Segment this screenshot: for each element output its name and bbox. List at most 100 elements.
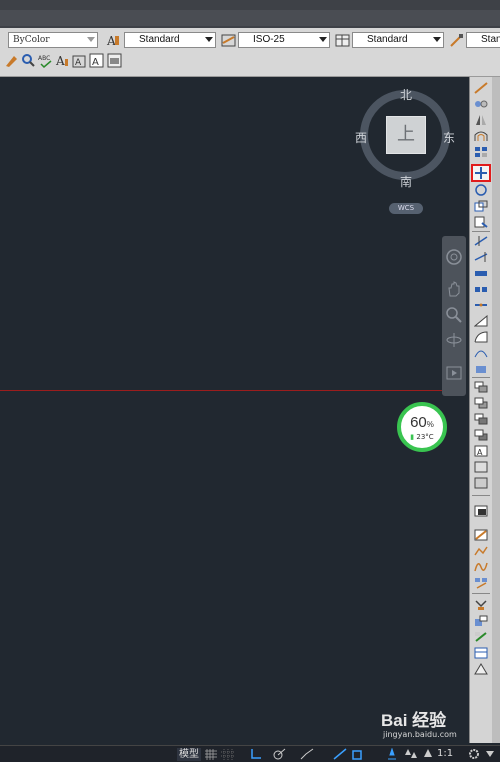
grid-icon[interactable] xyxy=(205,749,217,760)
compass-north[interactable]: 北 xyxy=(400,86,412,103)
watermark-url: jingyan.baidu.com xyxy=(383,730,457,739)
hatch-to-back-icon[interactable] xyxy=(474,505,488,517)
convert-distance-icon[interactable] xyxy=(107,53,122,68)
object-snap-tracking-icon[interactable] xyxy=(333,748,347,760)
dim-style-icon[interactable] xyxy=(221,33,236,48)
right-toolbar-scroll[interactable] xyxy=(492,77,500,743)
chamfer-icon[interactable] xyxy=(474,315,488,327)
erase-icon[interactable] xyxy=(474,82,488,94)
trim-icon[interactable] xyxy=(474,235,488,247)
steering-wheel-icon[interactable] xyxy=(445,248,463,266)
annotation-visibility-icon[interactable] xyxy=(385,748,399,760)
leaders-to-front-icon[interactable] xyxy=(474,477,488,489)
edit-spline-icon[interactable] xyxy=(474,561,488,573)
compass-west[interactable]: 西 xyxy=(355,129,367,146)
find-text-icon[interactable] xyxy=(21,53,36,68)
mirror-icon[interactable] xyxy=(474,114,488,126)
explode-icon[interactable] xyxy=(474,363,488,375)
annotation-scale-value[interactable]: 1:1 xyxy=(437,748,453,759)
extend-icon[interactable] xyxy=(474,251,488,263)
model-tab[interactable]: 模型 xyxy=(177,748,201,761)
navigation-bar xyxy=(442,236,466,396)
gauge-percent-value: 60 xyxy=(410,414,427,431)
multileader-style-combo[interactable]: Stan xyxy=(466,32,500,48)
zoom-icon[interactable] xyxy=(445,306,463,324)
isodraft-icon[interactable] xyxy=(300,748,314,760)
join-icon[interactable] xyxy=(474,299,488,311)
svg-text:A: A xyxy=(92,57,99,68)
crosshair-horizontal-line xyxy=(0,390,442,391)
text-style-small-icon[interactable]: A xyxy=(55,53,70,68)
table-style-value: Standard xyxy=(367,34,408,45)
plot-style-value: ByColor xyxy=(13,35,50,45)
chevron-down-icon[interactable] xyxy=(319,37,327,42)
send-under-icon[interactable] xyxy=(474,429,488,441)
compass-south[interactable]: 南 xyxy=(400,173,412,190)
gauge-temperature: ▮ 23°C xyxy=(401,433,443,441)
edit-polyline-icon[interactable] xyxy=(474,545,488,557)
blend-curves-icon[interactable] xyxy=(474,347,488,359)
block-attribute-manager-icon[interactable] xyxy=(474,615,488,627)
scale-icon[interactable] xyxy=(474,200,488,212)
show-motion-icon[interactable] xyxy=(445,364,463,382)
chevron-down-icon[interactable] xyxy=(486,751,494,757)
status-bar: 模型 1:1 xyxy=(0,745,500,762)
polar-tracking-icon[interactable] xyxy=(272,748,286,760)
fillet-icon[interactable] xyxy=(474,331,488,343)
chevron-down-icon[interactable] xyxy=(433,37,441,42)
ortho-icon[interactable] xyxy=(250,748,262,760)
snap-icon[interactable] xyxy=(221,749,235,760)
stretch-icon[interactable] xyxy=(474,216,488,228)
array-icon[interactable] xyxy=(474,146,488,158)
annotation-autoscale-icon[interactable] xyxy=(404,748,418,760)
edit-array-icon[interactable] xyxy=(474,577,488,589)
rotate-icon[interactable] xyxy=(474,184,488,196)
chevron-down-icon[interactable] xyxy=(87,37,95,42)
plot-style-combo[interactable]: ByColor xyxy=(8,32,98,48)
dim-style-value: ISO-25 xyxy=(253,34,285,45)
text-style-value: Standard xyxy=(139,34,180,45)
svg-text:A: A xyxy=(55,54,65,68)
edit-hatch-icon[interactable] xyxy=(474,529,488,541)
edit-text-icon[interactable] xyxy=(4,53,19,68)
scale-text-icon[interactable]: A xyxy=(72,53,87,68)
svg-text:A: A xyxy=(75,58,82,68)
text-style-combo[interactable]: Standard xyxy=(124,32,216,48)
copy-icon[interactable] xyxy=(474,98,488,110)
break-at-point-icon[interactable] xyxy=(474,267,488,279)
move-icon[interactable] xyxy=(471,164,491,182)
sync-attributes-icon[interactable] xyxy=(474,631,488,643)
table-style-icon[interactable] xyxy=(335,33,350,48)
modify-toolbar: A xyxy=(469,77,492,743)
object-snap-icon[interactable] xyxy=(350,748,364,760)
offset-icon[interactable] xyxy=(474,130,488,142)
table-style-combo[interactable]: Standard xyxy=(352,32,444,48)
chevron-down-icon[interactable] xyxy=(205,37,213,42)
draw-order-front-icon[interactable] xyxy=(474,381,488,393)
attribute-extract-icon[interactable] xyxy=(474,647,488,659)
orbit-icon[interactable] xyxy=(445,331,463,349)
title-strip xyxy=(0,0,500,28)
justify-text-icon[interactable]: A xyxy=(89,53,104,68)
break-icon[interactable] xyxy=(474,283,488,295)
compass-east[interactable]: 东 xyxy=(443,129,455,146)
wcs-menu-button[interactable]: WCS xyxy=(389,203,423,214)
styles-toolbar: ByColor A Standard ISO-25 Standard Stan … xyxy=(0,28,500,77)
viewcube-top-face[interactable]: 上 xyxy=(386,116,426,154)
draw-order-back-icon[interactable] xyxy=(474,397,488,409)
dims-to-front-icon[interactable] xyxy=(474,461,488,473)
workspace-gear-icon[interactable] xyxy=(468,748,480,760)
baidu-jingyan-watermark: Bai 经验 jingyan.baidu.com xyxy=(381,706,477,742)
annotation-scale-icon[interactable] xyxy=(421,748,435,760)
modify-dimension-icon[interactable] xyxy=(474,663,488,675)
pan-hand-icon[interactable] xyxy=(445,280,463,298)
text-style-icon[interactable]: A xyxy=(106,33,121,48)
multileader-style-icon[interactable] xyxy=(449,33,464,48)
edit-attribute-icon[interactable] xyxy=(474,599,488,611)
spell-check-icon[interactable]: ABC xyxy=(38,53,53,68)
text-to-front-icon[interactable]: A xyxy=(474,445,488,457)
performance-gauge[interactable]: 60% ▮ 23°C xyxy=(397,402,447,452)
dim-style-combo[interactable]: ISO-25 xyxy=(238,32,330,48)
bring-above-icon[interactable] xyxy=(474,413,488,425)
gauge-percent-sign: % xyxy=(426,420,434,429)
